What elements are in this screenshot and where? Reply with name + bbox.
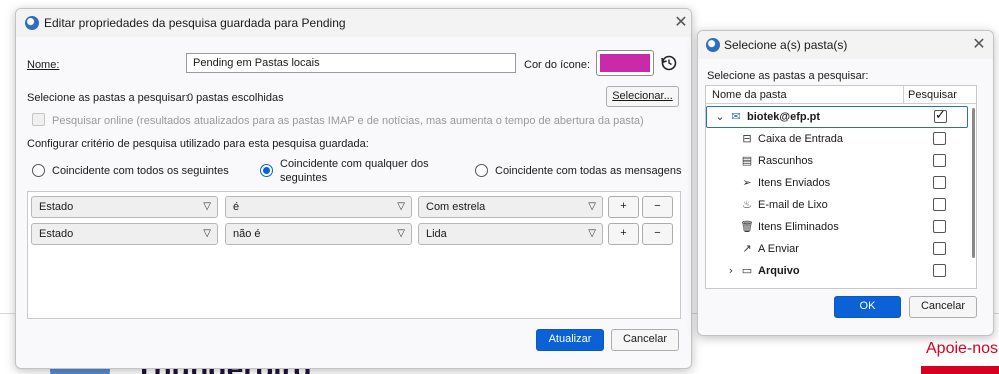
search-checkbox[interactable]	[933, 220, 946, 233]
rule-field-select[interactable]: Estado ▽	[31, 196, 218, 218]
junk-icon: ♨	[742, 198, 752, 211]
cancel-button[interactable]: Cancelar	[909, 296, 977, 318]
drafts-icon: ▤	[741, 154, 753, 167]
chevron-down-icon: ▽	[588, 201, 596, 212]
folders-label: Selecione as pastas a pesquisar:	[27, 92, 189, 104]
icon-color-label: Cor do ícone:	[524, 59, 591, 71]
icon-color-picker[interactable]	[596, 50, 654, 76]
folder-instruction: Selecione as pastas a pesquisar:	[707, 70, 869, 82]
add-rule-button[interactable]: +	[608, 223, 639, 245]
remove-rule-button[interactable]: −	[642, 223, 673, 245]
remove-rule-button[interactable]: −	[642, 196, 673, 218]
tree-row-inbox[interactable]: ⊟ Caixa de Entrada	[706, 128, 968, 150]
chevron-down-icon: ▽	[397, 228, 405, 239]
criteria-label: Configurar critério de pesquisa utilizad…	[27, 138, 369, 150]
account-label: biotek@efp.pt	[747, 111, 821, 123]
dialog-titlebar: Selecione a(s) pasta(s) ✕	[698, 31, 993, 59]
folder-label: Caixa de Entrada	[758, 133, 843, 145]
rule-field-select[interactable]: Estado ▽	[31, 223, 218, 245]
tree-row-account[interactable]: ⌄ ✉ biotek@efp.pt	[706, 106, 968, 128]
chevron-down-icon: ▽	[203, 201, 211, 212]
search-checkbox[interactable]	[933, 176, 946, 189]
match-any-label-line1: Coincidente com qualquer dos	[280, 158, 429, 170]
rule-operator-select[interactable]: é ▽	[225, 196, 412, 218]
close-icon[interactable]: ✕	[968, 34, 990, 56]
rule-value-select[interactable]: Lida ▽	[418, 223, 603, 245]
rule-row: Estado ▽ não é ▽ Lida ▽ + −	[28, 222, 680, 246]
tree-row-outbox[interactable]: ↗ A Enviar	[706, 238, 968, 260]
search-checkbox[interactable]	[934, 108, 947, 123]
match-all-radio[interactable]	[32, 164, 45, 177]
column-search[interactable]: Pesquisar	[908, 88, 957, 102]
search-checkbox[interactable]	[933, 154, 946, 167]
select-folders-button[interactable]: Selecionar...	[606, 86, 679, 107]
search-online-label: Pesquisar online (resultados atualizados…	[52, 115, 644, 127]
rule-row: Estado ▽ é ▽ Com estrela ▽ + −	[28, 195, 680, 219]
match-any-label-line2: seguintes	[280, 172, 328, 184]
ok-button[interactable]: OK	[834, 296, 901, 318]
tree-scrollbar[interactable]	[972, 108, 975, 258]
tree-row-junk[interactable]: ♨ E-mail de Lixo	[706, 194, 968, 216]
close-icon[interactable]: ✕	[670, 12, 691, 34]
chevron-down-icon: ▽	[397, 201, 405, 212]
support-link[interactable]: Apoie-nos	[926, 340, 998, 358]
chevron-down-icon: ▽	[203, 228, 211, 239]
thunderbird-icon	[25, 16, 39, 30]
search-checkbox[interactable]	[933, 198, 946, 211]
folders-count: 0 pastas escolhidas	[187, 92, 284, 104]
tree-row-archive[interactable]: › ▭ Arquivo	[706, 260, 968, 282]
match-every-message-label: Coincidente com todas as mensagens	[495, 165, 682, 177]
tree-row-sent[interactable]: ➢ Itens Enviados	[706, 172, 968, 194]
rule-value-select[interactable]: Com estrela ▽	[418, 196, 603, 218]
name-field[interactable]: Pending em Pastas locais	[186, 53, 516, 73]
search-checkbox[interactable]	[933, 242, 946, 255]
select-folders-dialog: Selecione a(s) pasta(s) ✕ Selecione as p…	[697, 30, 994, 336]
tree-row-drafts[interactable]: ▤ Rascunhos	[706, 150, 968, 172]
saved-search-properties-dialog: Editar propriedades da pesquisa guardada…	[15, 8, 692, 369]
folder-label: A Enviar	[758, 243, 799, 255]
name-label: Nome:	[27, 59, 60, 71]
column-divider	[903, 86, 904, 104]
icon-color-swatch	[600, 54, 650, 72]
search-online-checkbox[interactable]	[32, 113, 45, 126]
sent-icon: ➢	[742, 176, 752, 189]
dialog-title: Editar propriedades da pesquisa guardada…	[44, 16, 346, 30]
update-button[interactable]: Atualizar	[536, 329, 604, 351]
folder-label: Itens Eliminados	[758, 221, 839, 233]
thunderbird-icon	[706, 38, 720, 52]
search-checkbox[interactable]	[933, 132, 946, 145]
folder-label: E-mail de Lixo	[758, 199, 828, 211]
support-button[interactable]	[921, 366, 999, 374]
folder-icon: ▭	[741, 264, 753, 277]
folder-label: Itens Enviados	[758, 177, 831, 189]
match-all-label: Coincidente com todos os seguintes	[52, 165, 229, 177]
folder-tree: Nome da pasta Pesquisar ⌄ ✉ biotek@efp.p…	[705, 85, 977, 289]
chevron-down-icon: ▽	[588, 228, 596, 239]
folder-label: Arquivo	[758, 265, 800, 277]
chevron-right-icon[interactable]: ›	[724, 264, 738, 278]
outbox-icon: ↗	[742, 242, 752, 255]
inbox-icon: ⊟	[742, 132, 752, 145]
column-folder-name[interactable]: Nome da pasta	[712, 88, 787, 102]
folder-tree-header: Nome da pasta Pesquisar	[706, 86, 976, 104]
chevron-down-icon[interactable]: ⌄	[713, 110, 727, 124]
add-rule-button[interactable]: +	[608, 196, 639, 218]
trash-icon: 🗑	[740, 220, 754, 233]
dialog-title: Selecione a(s) pasta(s)	[724, 38, 848, 52]
match-any-radio[interactable]	[260, 164, 273, 177]
mail-account-icon: ✉	[731, 110, 741, 123]
cancel-button[interactable]: Cancelar	[611, 329, 679, 351]
dialog-titlebar: Editar propriedades da pesquisa guardada…	[16, 9, 691, 37]
rule-operator-select[interactable]: não é ▽	[225, 223, 412, 245]
reset-color-icon[interactable]	[660, 54, 678, 72]
match-every-message-radio[interactable]	[475, 164, 488, 177]
rules-list: Estado ▽ é ▽ Com estrela ▽ + − Estado ▽ não …	[27, 191, 681, 319]
search-checkbox[interactable]	[933, 264, 946, 277]
tree-row-trash[interactable]: 🗑 Itens Eliminados	[706, 216, 968, 238]
folder-label: Rascunhos	[758, 155, 814, 167]
